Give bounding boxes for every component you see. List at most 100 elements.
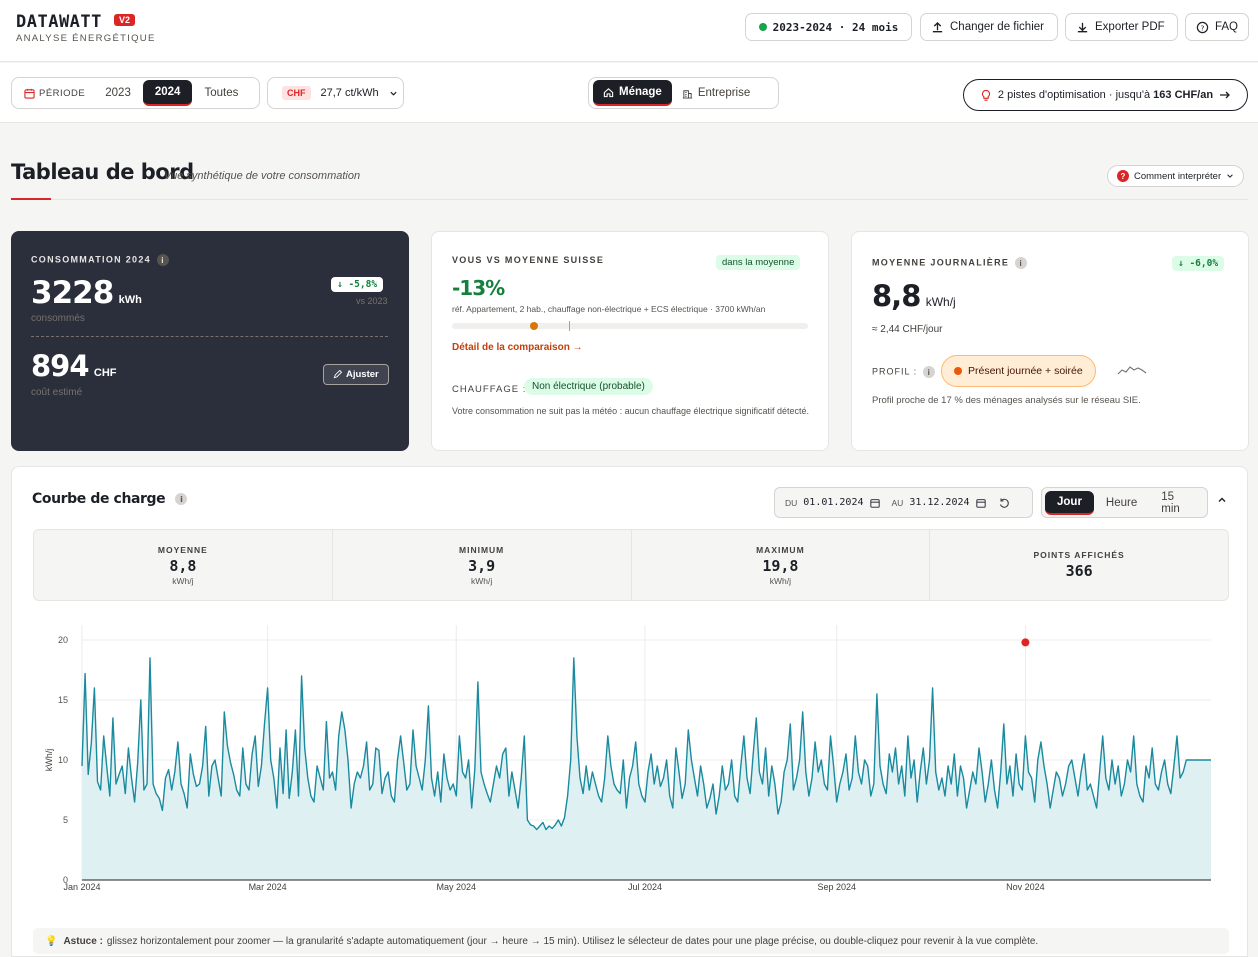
- calendar-icon[interactable]: [975, 498, 986, 508]
- granularity-toggle: Jour Heure 15 min: [1041, 487, 1208, 518]
- x-tick-label: Jul 2024: [628, 882, 662, 892]
- cost-caption: coût estimé: [31, 387, 83, 398]
- peak-marker: [1021, 638, 1030, 647]
- faq-label: FAQ: [1214, 21, 1238, 33]
- stat-label: MAXIMUM: [756, 544, 805, 555]
- profile-menage-tab[interactable]: Ménage: [593, 80, 672, 106]
- profile-entreprise-label: Entreprise: [697, 87, 751, 99]
- profile-label: PROFIL :i: [872, 366, 936, 378]
- compare-average-tick: [569, 321, 570, 331]
- from-label: DU: [785, 497, 798, 508]
- daily-value-group: 8,8 kWh/j: [872, 279, 956, 313]
- info-icon: i: [175, 493, 188, 505]
- status-dot-icon: [758, 23, 767, 31]
- stats-strip: MOYENNE 8,8 kWh/j MINIMUM 3,9 kWh/j MAXI…: [33, 529, 1229, 601]
- daily-average-card: MOYENNE JOURNALIÈRE i ↓ -6,0% 8,8 kWh/j ≈…: [851, 231, 1249, 451]
- daily-unit: kWh/j: [925, 295, 956, 309]
- faq-button[interactable]: ? FAQ: [1185, 13, 1249, 41]
- consumption-value: 3228: [31, 275, 114, 311]
- building-icon: [682, 89, 692, 99]
- compare-detail-link[interactable]: Détail de la comparaison →: [452, 342, 583, 353]
- granularity-day-tab[interactable]: Jour: [1045, 490, 1094, 515]
- interpret-help-button[interactable]: ? Comment interpréter: [1107, 165, 1245, 187]
- stat-label: POINTS AFFICHÉS: [1033, 550, 1125, 560]
- optimization-label: 2 pistes d'optimisation · jusqu'à 163 CH…: [997, 89, 1214, 101]
- tariff-value: 27,7 ct/kWh: [320, 87, 379, 99]
- download-icon: [1077, 22, 1088, 32]
- compare-badge: dans la moyenne: [716, 255, 801, 270]
- stat-mean: MOYENNE 8,8 kWh/j: [34, 530, 333, 600]
- stat-max: MAXIMUM 19,8 kWh/j: [632, 530, 931, 600]
- consumption-value-group: 3228 kWh: [31, 275, 142, 311]
- load-curve-panel: Courbe de charge i DU 01.01.2024 AU 31.12…: [11, 466, 1248, 957]
- y-axis-label: kWh/j: [44, 749, 54, 772]
- compare-value: -13%: [452, 276, 505, 300]
- tip-text: glissez horizontalement pour zoomer — la…: [106, 935, 1039, 947]
- tip-bulb-icon: 💡: [45, 935, 58, 947]
- stat-unit: kWh/j: [471, 575, 493, 586]
- date-range-picker: DU 01.01.2024 AU 31.12.2024: [774, 487, 1033, 518]
- info-icon: i: [1015, 257, 1028, 269]
- tip-bar: 💡 Astuce : glissez horizontalement pour …: [33, 928, 1229, 954]
- profile-note: Profil proche de 17 % des ménages analys…: [872, 395, 1141, 406]
- cost-value: 894: [31, 349, 90, 383]
- consumption-unit: kWh: [118, 294, 142, 306]
- filter-bar: PÉRIODE 2023 2024 Toutes CHF 27,7 ct/kWh…: [0, 63, 1258, 123]
- change-file-button[interactable]: Changer de fichier: [920, 13, 1058, 41]
- y-tick-label: 15: [58, 695, 68, 705]
- card-divider: [31, 336, 388, 337]
- chevron-up-icon[interactable]: [1217, 495, 1227, 505]
- page-subtitle: Vue synthétique de votre consommation: [164, 170, 361, 182]
- home-icon: [603, 87, 614, 97]
- dataset-selector[interactable]: 2023-2024 · 24 mois: [745, 13, 912, 41]
- compare-position-marker: [529, 322, 538, 330]
- lightbulb-icon: [981, 89, 990, 101]
- upload-icon: [932, 21, 943, 32]
- stat-unit: kWh/j: [172, 575, 194, 586]
- interpret-help-label: Comment interpréter: [1134, 170, 1222, 182]
- y-tick-label: 20: [58, 635, 68, 645]
- export-pdf-button[interactable]: Exporter PDF: [1065, 13, 1178, 41]
- export-pdf-label: Exporter PDF: [1095, 21, 1165, 33]
- daily-delta-badge: ↓ -6,0%: [1172, 256, 1225, 271]
- year-2024-tab[interactable]: 2024: [142, 80, 193, 106]
- profile-entreprise-tab[interactable]: Entreprise: [672, 80, 760, 106]
- profile-toggle: Ménage Entreprise: [588, 77, 779, 109]
- period-filter: PÉRIODE 2023 2024 Toutes: [11, 77, 260, 109]
- arrow-right-icon: [1220, 91, 1230, 99]
- year-all-tab[interactable]: Toutes: [192, 80, 250, 106]
- stat-value: 8,8: [169, 556, 197, 575]
- daily-value: 8,8: [872, 279, 921, 313]
- load-curve-chart[interactable]: 05101520Jan 2024 Mar 2024 May 2024 Jul 2024…: [33, 615, 1229, 923]
- calendar-icon[interactable]: [869, 498, 880, 508]
- tariff-selector[interactable]: CHF 27,7 ct/kWh: [267, 77, 404, 109]
- y-tick-label: 5: [63, 815, 68, 825]
- change-file-label: Changer de fichier: [950, 21, 1044, 33]
- info-icon: i: [923, 366, 936, 378]
- to-date-input[interactable]: 31.12.2024: [909, 497, 969, 508]
- version-badge: V2: [114, 14, 136, 26]
- consumption-label: CONSOMMATION 2024 i: [31, 254, 169, 266]
- granularity-15min-tab[interactable]: 15 min: [1149, 491, 1207, 515]
- info-icon: i: [156, 254, 169, 266]
- from-date-input[interactable]: 01.01.2024: [803, 497, 863, 508]
- year-2023-tab[interactable]: 2023: [93, 80, 143, 106]
- cost-unit: CHF: [93, 367, 117, 379]
- chevron-down-icon: [1227, 174, 1233, 178]
- sparkline-icon: [1117, 366, 1147, 375]
- load-curve-title: Courbe de charge i: [32, 491, 188, 507]
- reset-icon[interactable]: [998, 497, 1010, 509]
- top-bar: DATAWATT V2 ANALYSE ÉNERGÉTIQUE 2023-202…: [0, 0, 1258, 62]
- adjust-button[interactable]: Ajuster: [323, 364, 389, 385]
- y-tick-label: 10: [58, 755, 68, 765]
- granularity-hour-tab[interactable]: Heure: [1094, 491, 1149, 515]
- tip-label: Astuce :: [63, 935, 103, 947]
- x-tick-label: Jan 2024: [63, 882, 100, 892]
- svg-text:?: ?: [1201, 23, 1205, 32]
- to-label: AU: [891, 497, 904, 508]
- pencil-icon: [333, 370, 342, 379]
- x-tick-label: May 2024: [437, 882, 477, 892]
- profile-value: Présent journée + soirée: [968, 365, 1083, 377]
- dataset-label: 2023-2024 · 24 mois: [772, 20, 899, 34]
- optimization-button[interactable]: 2 pistes d'optimisation · jusqu'à 163 CH…: [963, 79, 1248, 111]
